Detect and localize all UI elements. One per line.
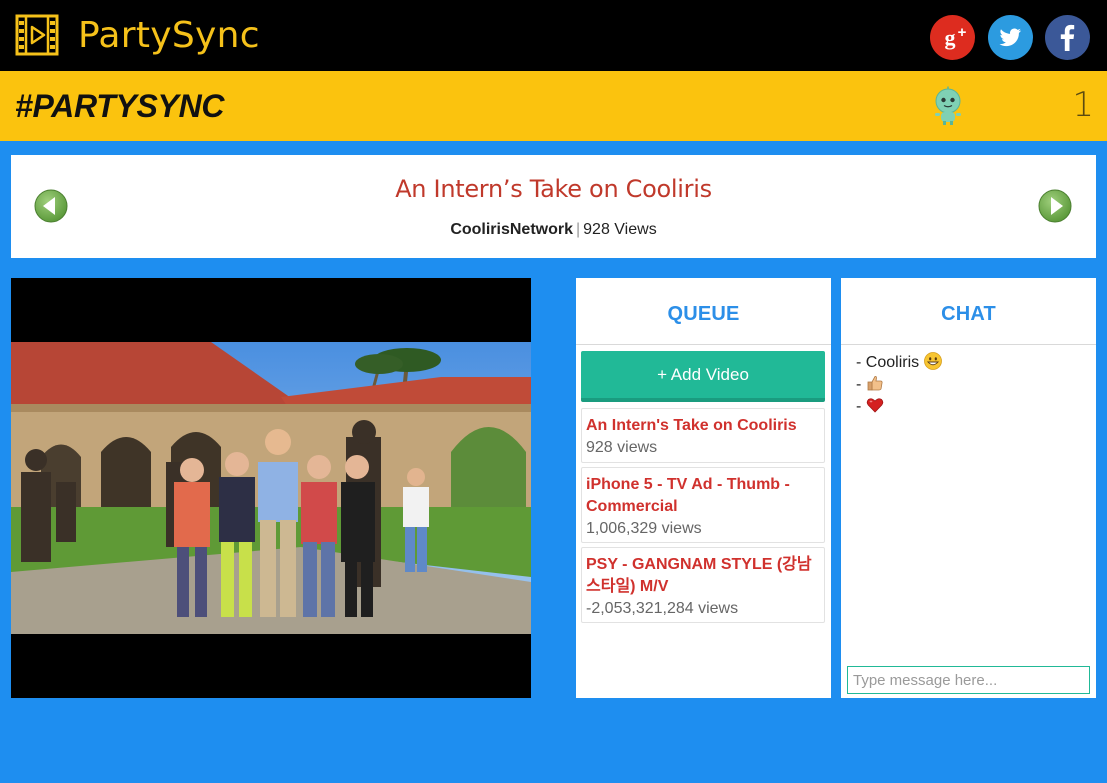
- facebook-icon[interactable]: [1045, 15, 1090, 60]
- chat-message-text: Cooliris: [865, 354, 924, 371]
- queue-item-views: -2,053,321,284 views: [586, 600, 739, 617]
- grinning-face-icon: [923, 352, 942, 370]
- chat-message: - Cooliris: [856, 352, 1086, 374]
- next-video-button[interactable]: [1038, 189, 1072, 223]
- svg-text:+: +: [958, 24, 967, 41]
- video-frame: [11, 342, 531, 634]
- queue-item[interactable]: iPhone 5 - TV Ad - Thumb - Commercial 1,…: [581, 467, 825, 543]
- top-bar: PartySync g +: [0, 0, 1107, 71]
- queue-heading: QUEUE: [576, 278, 831, 345]
- film-strip-play-icon[interactable]: [15, 13, 59, 57]
- channel-name[interactable]: CoolirisNetwork: [450, 221, 573, 238]
- queue-item-views: 928 views: [586, 439, 658, 456]
- twitter-icon[interactable]: [988, 15, 1033, 60]
- now-playing-panel: An Intern’s Take on Cooliris CoolirisNet…: [11, 155, 1096, 258]
- chat-message-input[interactable]: [847, 666, 1090, 694]
- queue-item-title: PSY - GANGNAM STYLE (강남스타일) M/V: [586, 556, 812, 595]
- chat-message-list: - Cooliris - -: [856, 352, 1086, 418]
- video-player[interactable]: [11, 278, 531, 698]
- meta-separator: |: [576, 221, 581, 238]
- video-still-image: [11, 342, 531, 634]
- chat-message: -: [856, 396, 1086, 418]
- now-playing-title: An Intern’s Take on Cooliris: [395, 175, 712, 203]
- add-video-button[interactable]: + Add Video: [581, 351, 825, 402]
- now-playing-meta: CoolirisNetwork | 928 Views: [11, 221, 1096, 239]
- room-bar: #PARTYSYNC 1: [0, 71, 1107, 141]
- app-title[interactable]: PartySync: [78, 15, 260, 56]
- chat-heading: CHAT: [841, 278, 1096, 345]
- google-plus-icon[interactable]: g +: [930, 15, 975, 60]
- user-avatar-icon: [929, 86, 967, 126]
- view-count: 928 Views: [583, 221, 657, 238]
- chat-message-prefix: -: [856, 398, 866, 415]
- svg-text:g: g: [945, 25, 956, 50]
- queue-item-views: 1,006,329 views: [586, 520, 702, 537]
- arrow-right-icon: [1038, 189, 1072, 223]
- chat-panel: CHAT - Cooliris - -: [841, 278, 1096, 698]
- queue-item[interactable]: An Intern's Take on Cooliris 928 views: [581, 408, 825, 463]
- queue-item[interactable]: PSY - GANGNAM STYLE (강남스타일) M/V -2,053,3…: [581, 547, 825, 623]
- queue-item-title: iPhone 5 - TV Ad - Thumb - Commercial: [586, 476, 790, 515]
- chat-message: -: [856, 374, 1086, 396]
- thumbs-up-icon: [866, 374, 884, 392]
- online-user-count: 1: [1072, 85, 1094, 125]
- chat-message-prefix: -: [856, 376, 866, 393]
- queue-panel: QUEUE + Add Video An Intern's Take on Co…: [576, 278, 831, 698]
- chat-message-prefix: -: [856, 354, 866, 371]
- queue-item-title: An Intern's Take on Cooliris: [586, 417, 797, 434]
- red-heart-icon: [866, 396, 884, 414]
- room-hashtag: #PARTYSYNC: [15, 88, 225, 124]
